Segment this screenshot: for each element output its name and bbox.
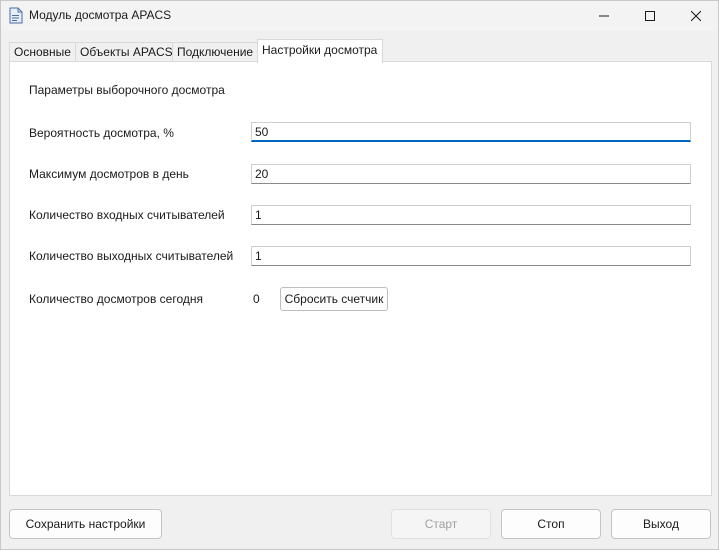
tab-apacs-objects[interactable]: Объекты APACS (75, 42, 173, 62)
app-window: Модуль досмотра APACS Основные Объекты A… (0, 0, 719, 550)
tab-panel-inspection-settings: Параметры выборочного досмотра Вероятнос… (9, 61, 712, 496)
save-settings-button[interactable]: Сохранить настройки (9, 509, 162, 539)
close-icon (691, 11, 701, 21)
today-count-value: 0 (253, 292, 260, 306)
title-bar[interactable]: Модуль досмотра APACS (1, 1, 718, 31)
probability-input[interactable]: 50 (251, 122, 691, 142)
app-document-icon (9, 7, 23, 24)
output-readers-label: Количество выходных считывателей (29, 249, 234, 263)
output-readers-input[interactable]: 1 (251, 246, 691, 266)
maximize-icon (645, 11, 655, 21)
minimize-icon (599, 15, 609, 17)
max-per-day-label: Максимум досмотров в день (29, 167, 189, 181)
tab-inspection-settings[interactable]: Настройки досмотра (257, 39, 383, 63)
input-readers-label: Количество входных считывателей (29, 208, 225, 222)
tab-main[interactable]: Основные (9, 42, 76, 62)
input-readers-input[interactable]: 1 (251, 205, 691, 225)
start-button[interactable]: Старт (391, 509, 491, 539)
probability-label: Вероятность досмотра, % (29, 126, 174, 140)
section-title: Параметры выборочного досмотра (29, 83, 225, 97)
close-button[interactable] (673, 1, 719, 31)
minimize-button[interactable] (581, 1, 627, 31)
max-per-day-input[interactable]: 20 (251, 164, 691, 184)
window-title: Модуль досмотра APACS (29, 8, 172, 22)
tab-connection[interactable]: Подключение (172, 42, 258, 62)
today-count-label: Количество досмотров сегодня (29, 292, 203, 306)
reset-counter-button[interactable]: Сбросить счетчик (280, 287, 388, 311)
stop-button[interactable]: Стоп (501, 509, 601, 539)
maximize-button[interactable] (627, 1, 673, 31)
tab-strip: Основные Объекты APACS Подключение Настр… (9, 39, 712, 63)
exit-button[interactable]: Выход (611, 509, 711, 539)
